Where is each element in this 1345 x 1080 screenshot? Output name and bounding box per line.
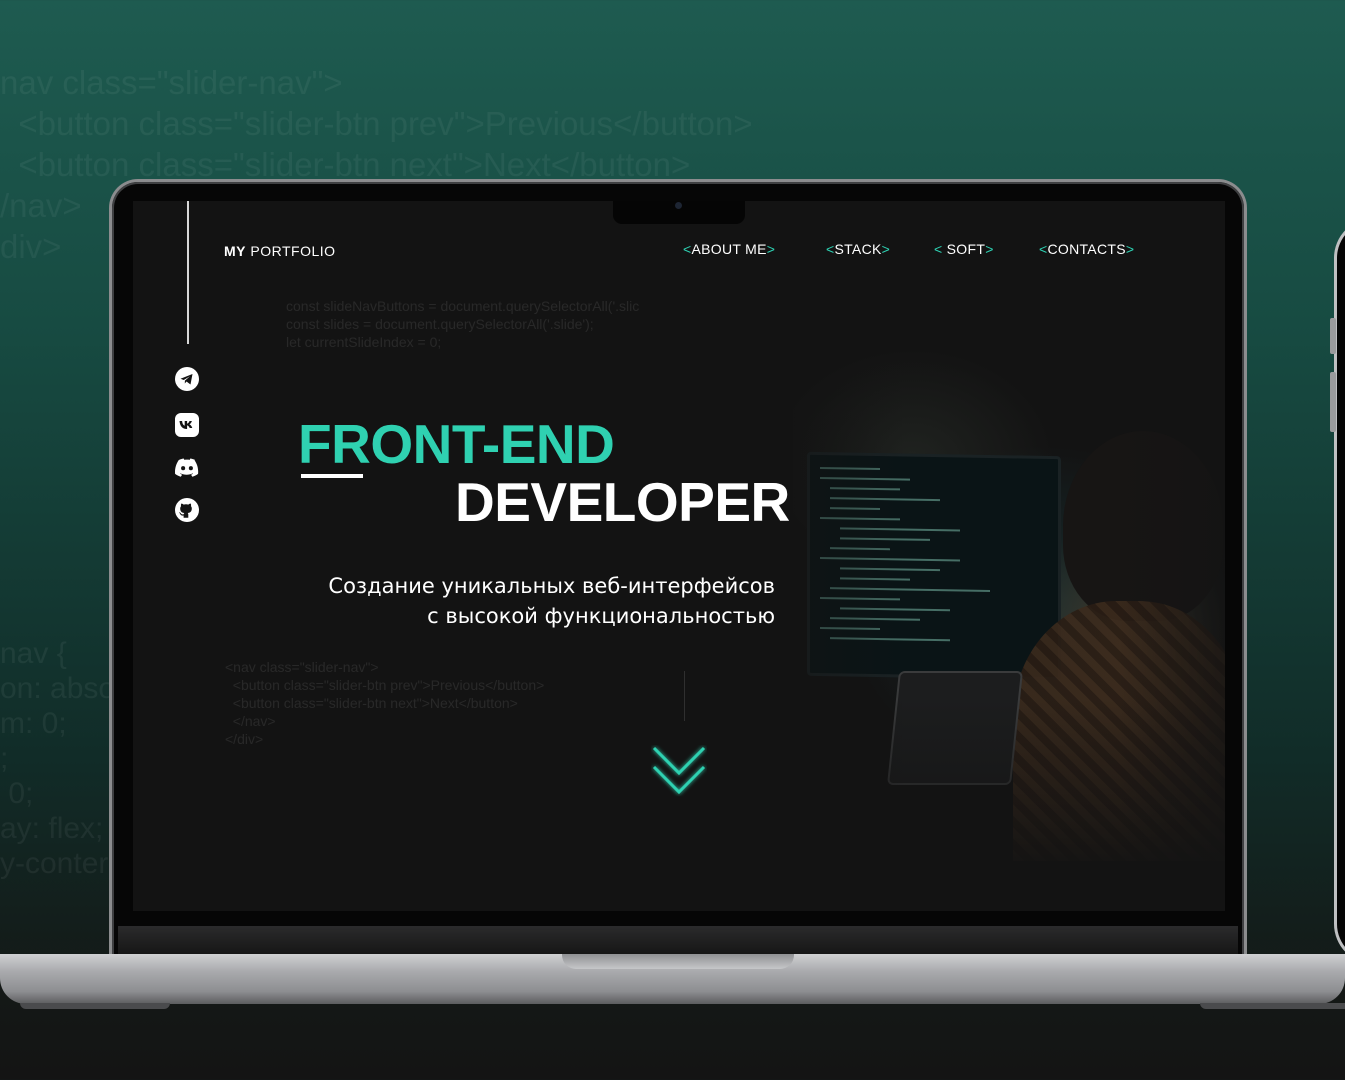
site-logo[interactable]: MY PORTFOLIO <box>224 243 336 259</box>
code-snippet-bottom: <nav class="slider-nav"> <button class="… <box>225 659 545 747</box>
hero-subtitle: Создание уникальных веб-интерфейсов с вы… <box>328 574 775 628</box>
nav-stack[interactable]: <STACK> <box>826 241 890 257</box>
code-snippet-top: const slideNavButtons = document.querySe… <box>286 298 640 350</box>
nav-about-me[interactable]: <ABOUT ME> <box>683 241 775 257</box>
hero-title-line2: DEVELOPER <box>455 471 790 533</box>
nav-soft[interactable]: < SOFT> <box>934 241 994 257</box>
camera-icon <box>675 202 682 209</box>
hero-photo-fade <box>693 201 1225 911</box>
scroll-down-chevron-icon[interactable] <box>651 745 707 801</box>
laptop-hinge <box>118 926 1238 954</box>
github-icon[interactable] <box>175 498 199 522</box>
center-divider <box>684 671 685 721</box>
sidebar-divider <box>187 201 189 344</box>
discord-icon[interactable] <box>175 455 199 479</box>
hero-title-line1: FRONT-END <box>298 413 615 475</box>
telegram-icon[interactable] <box>175 367 199 391</box>
laptop-screen: MY PORTFOLIO <ABOUT ME> <STACK> < SOFT> … <box>133 201 1225 911</box>
phone-volume-button <box>1330 372 1336 432</box>
laptop-foot <box>1200 1003 1345 1009</box>
nav-contacts[interactable]: <CONTACTS> <box>1039 241 1134 257</box>
title-underline <box>301 474 363 478</box>
vk-icon[interactable] <box>175 413 199 437</box>
phone-side-button <box>1330 318 1336 354</box>
laptop-foot <box>20 1003 170 1009</box>
laptop-opening-notch <box>562 954 794 969</box>
background-code-left: nav { on: abso m: 0; ; 0; ay: flex; y-co… <box>0 637 116 880</box>
